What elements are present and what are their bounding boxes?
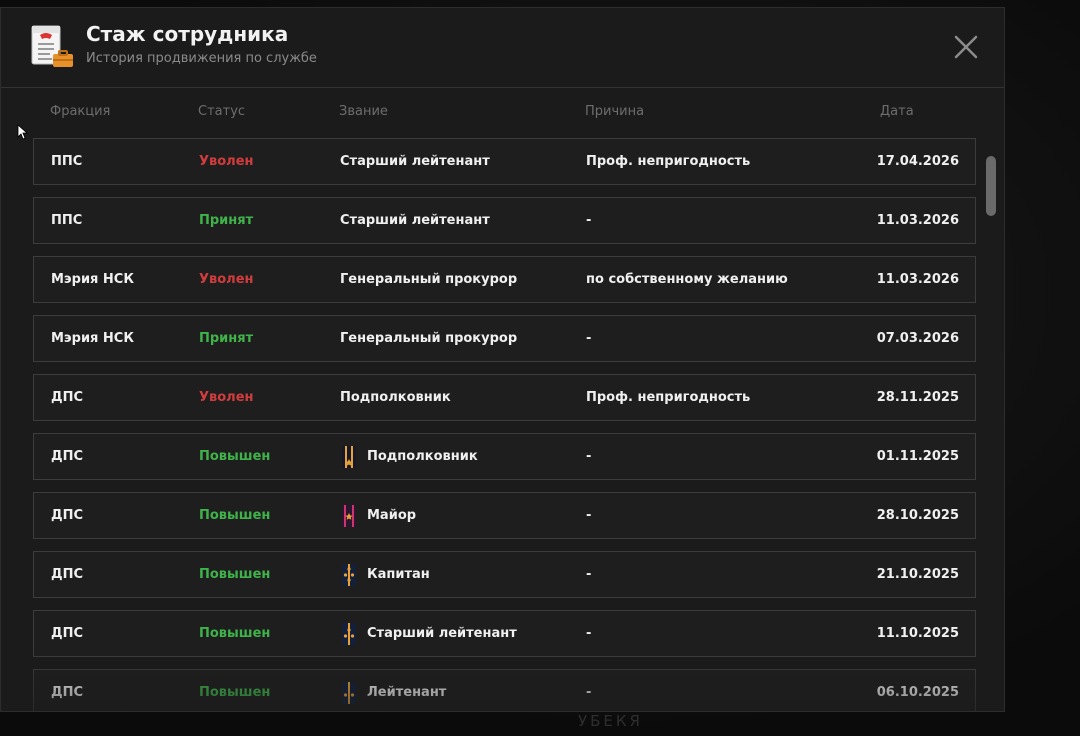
- date-cell: 21.10.2025: [876, 567, 959, 582]
- status-cell: Повышен: [199, 567, 271, 582]
- table-row[interactable]: ДПС Повышен Майор - 28.10.2025: [33, 492, 976, 539]
- rank-cell: Капитан: [340, 552, 430, 597]
- table-row[interactable]: ДПС Повышен Старший лейтенант - 11.10.2025: [33, 610, 976, 657]
- faction-cell: ДПС: [51, 685, 83, 700]
- date-cell: 11.10.2025: [876, 626, 959, 641]
- major-shoulder-strap-icon: [340, 502, 358, 527]
- reason-cell: -: [586, 508, 592, 523]
- rank-label: Старший лейтенант: [340, 213, 490, 228]
- rank-cell: Майор: [340, 493, 416, 538]
- column-header-status: Статус: [198, 104, 246, 119]
- senior-lieutenant-shoulder-strap-icon: [340, 620, 358, 645]
- table-row[interactable]: Мэрия НСК Принят Генеральный прокурор - 07.0…: [33, 315, 976, 362]
- document-briefcase-icon: [31, 25, 73, 67]
- service-history-modal: Стаж сотрудника История продвижения по с…: [0, 7, 1005, 712]
- date-cell: 06.10.2025: [876, 685, 959, 700]
- faction-cell: ДПС: [51, 449, 83, 464]
- date-cell: 01.11.2025: [876, 449, 959, 464]
- table-row[interactable]: ДПС Повышен Подполковник - 01.11.2025: [33, 433, 976, 480]
- rank-cell: Подполковник: [340, 434, 478, 479]
- table-row[interactable]: ППС Принят Старший лейтенант - 11.03.2026: [33, 197, 976, 244]
- reason-cell: -: [586, 626, 592, 641]
- reason-cell: -: [586, 449, 592, 464]
- modal-header: Стаж сотрудника История продвижения по с…: [1, 8, 1004, 88]
- table-row[interactable]: ДПС Повышен Лейтенант - 06.10.2025: [33, 669, 976, 711]
- reason-cell: -: [586, 331, 592, 346]
- rank-cell: Старший лейтенант: [340, 198, 490, 243]
- faction-cell: ДПС: [51, 508, 83, 523]
- page-subtitle: История продвижения по службе: [86, 51, 317, 66]
- rank-label: Старший лейтенант: [340, 154, 490, 169]
- lieutenant-colonel-shoulder-strap-icon: [340, 443, 358, 468]
- date-cell: 07.03.2026: [876, 331, 959, 346]
- column-header-rank: Звание: [339, 104, 388, 119]
- rank-label: Старший лейтенант: [367, 626, 517, 641]
- status-cell: Повышен: [199, 685, 271, 700]
- rank-cell: Генеральный прокурор: [340, 257, 517, 302]
- background-text: УБЕКЯ: [578, 712, 643, 730]
- status-cell: Повышен: [199, 508, 271, 523]
- history-list: ППС Уволен Старший лейтенант Проф. непригод…: [33, 138, 976, 711]
- column-header-faction: Фракция: [50, 104, 111, 119]
- rank-cell: Старший лейтенант: [340, 139, 490, 184]
- reason-cell: -: [586, 213, 592, 228]
- rank-label: Генеральный прокурор: [340, 272, 518, 287]
- status-cell: Уволен: [199, 390, 254, 405]
- rank-cell: Подполковник: [340, 375, 451, 420]
- faction-cell: ППС: [51, 154, 83, 169]
- reason-cell: по собственному желанию: [586, 272, 788, 287]
- date-cell: 28.10.2025: [876, 508, 959, 523]
- faction-cell: ДПС: [51, 567, 83, 582]
- faction-cell: ДПС: [51, 626, 83, 641]
- faction-cell: ДПС: [51, 390, 83, 405]
- date-cell: 11.03.2026: [876, 272, 959, 287]
- status-cell: Принят: [199, 213, 254, 228]
- table-row[interactable]: Мэрия НСК Уволен Генеральный прокурор по со…: [33, 256, 976, 303]
- table-row[interactable]: ППС Уволен Старший лейтенант Проф. непригод…: [33, 138, 976, 185]
- faction-cell: Мэрия НСК: [51, 272, 134, 287]
- rank-label: Майор: [367, 508, 417, 523]
- scrollbar-thumb[interactable]: [986, 156, 996, 216]
- date-cell: 11.03.2026: [876, 213, 959, 228]
- rank-cell: Лейтенант: [340, 670, 447, 711]
- date-cell: 17.04.2026: [876, 154, 959, 169]
- reason-cell: -: [586, 567, 592, 582]
- table-row[interactable]: ДПС Уволен Подполковник Проф. непригодность…: [33, 374, 976, 421]
- status-cell: Уволен: [199, 272, 254, 287]
- page-title: Стаж сотрудника: [86, 22, 289, 46]
- table-row[interactable]: ДПС Повышен Капитан - 21.10.2025: [33, 551, 976, 598]
- rank-cell: Генеральный прокурор: [340, 316, 517, 361]
- column-headers: Фракция Статус Звание Причина Дата: [1, 104, 1001, 124]
- reason-cell: Проф. непригодность: [586, 154, 751, 169]
- status-cell: Принят: [199, 331, 254, 346]
- rank-label: Лейтенант: [367, 685, 447, 700]
- faction-cell: Мэрия НСК: [51, 331, 134, 346]
- reason-cell: Проф. непригодность: [586, 390, 751, 405]
- mouse-cursor-icon: [17, 124, 29, 140]
- column-header-reason: Причина: [585, 104, 645, 119]
- rank-label: Капитан: [367, 567, 430, 582]
- rank-cell: Старший лейтенант: [340, 611, 517, 656]
- lieutenant-shoulder-strap-icon: [340, 679, 358, 704]
- status-cell: Повышен: [199, 626, 271, 641]
- status-cell: Уволен: [199, 154, 254, 169]
- date-cell: 28.11.2025: [876, 390, 959, 405]
- captain-shoulder-strap-icon: [340, 561, 358, 586]
- rank-label: Подполковник: [367, 449, 478, 464]
- reason-cell: -: [586, 685, 592, 700]
- column-header-date: Дата: [880, 104, 914, 119]
- close-icon[interactable]: [952, 33, 980, 61]
- rank-label: Генеральный прокурор: [340, 331, 518, 346]
- faction-cell: ППС: [51, 213, 83, 228]
- rank-label: Подполковник: [340, 390, 451, 405]
- status-cell: Повышен: [199, 449, 271, 464]
